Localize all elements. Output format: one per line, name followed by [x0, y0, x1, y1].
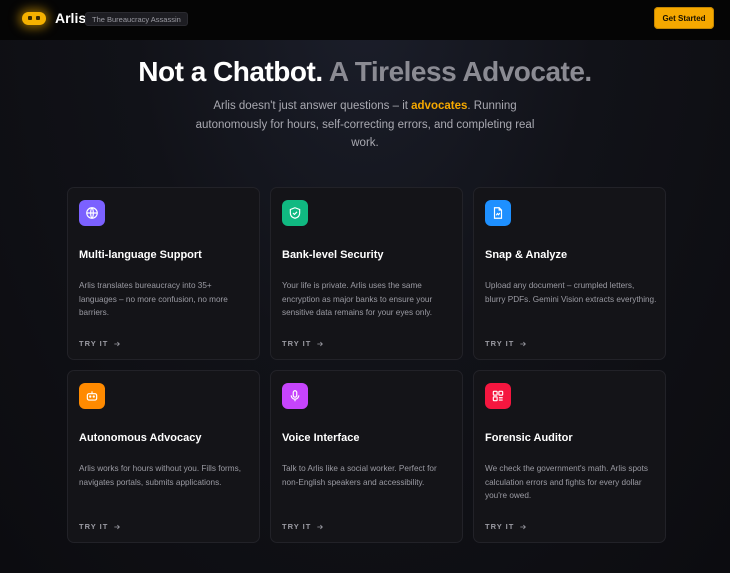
- feature-description: We check the government's math. Arlis sp…: [485, 464, 648, 500]
- arrow-right-icon: [317, 524, 324, 529]
- hero-title: Not a Chatbot. A Tireless Advocate.: [0, 56, 730, 88]
- feature-card-multi-language[interactable]: Multi-language Support Arlis translates …: [67, 187, 260, 360]
- document-scan-icon: [485, 200, 511, 226]
- try-it-label: TRY IT: [485, 339, 515, 348]
- try-it-link[interactable]: TRY IT: [282, 522, 324, 531]
- feature-description: Your life is private. Arlis uses the sam…: [282, 281, 433, 317]
- robot-icon: [79, 383, 105, 409]
- hero-subtitle-start: Arlis doesn't just answer questions – it: [213, 100, 412, 112]
- try-it-link[interactable]: TRY IT: [485, 339, 527, 348]
- try-it-link[interactable]: TRY IT: [485, 522, 527, 531]
- try-it-label: TRY IT: [282, 522, 312, 531]
- feature-title: Snap & Analyze: [485, 249, 568, 261]
- try-it-label: TRY IT: [79, 339, 109, 348]
- arrow-right-icon: [520, 341, 527, 346]
- brand-name[interactable]: Arlis: [55, 10, 86, 26]
- feature-card-autonomous-advocacy[interactable]: Autonomous Advocacy Arlis works for hour…: [67, 370, 260, 543]
- feature-card-security[interactable]: Bank-level Security Your life is private…: [270, 187, 463, 360]
- arlis-logo-icon[interactable]: [22, 12, 46, 25]
- feature-card-voice-interface[interactable]: Voice Interface Talk to Arlis like a soc…: [270, 370, 463, 543]
- feature-title: Forensic Auditor: [485, 432, 573, 444]
- feature-title: Voice Interface: [282, 432, 360, 444]
- shield-check-icon: [282, 200, 308, 226]
- arrow-right-icon: [114, 341, 121, 346]
- globe-icon: [79, 200, 105, 226]
- grid-audit-icon: [485, 383, 511, 409]
- hero-title-secondary: A Tireless Advocate.: [328, 56, 592, 87]
- feature-title: Multi-language Support: [79, 249, 202, 261]
- arrow-right-icon: [114, 524, 121, 529]
- microphone-icon: [282, 383, 308, 409]
- top-navigation-bar: Arlis The Bureaucracy Assassin Get Start…: [0, 0, 730, 40]
- feature-title: Bank-level Security: [282, 249, 384, 261]
- arrow-right-icon: [317, 341, 324, 346]
- feature-description: Arlis translates bureaucracy into 35+ la…: [79, 281, 228, 317]
- hero-subtitle-highlight: advocates: [411, 100, 468, 112]
- try-it-link[interactable]: TRY IT: [282, 339, 324, 348]
- logo-eyes: [28, 16, 40, 20]
- try-it-label: TRY IT: [485, 522, 515, 531]
- arrow-right-icon: [520, 524, 527, 529]
- get-started-button[interactable]: Get Started: [654, 7, 714, 29]
- hero-title-primary: Not a Chatbot.: [138, 56, 323, 87]
- feature-card-forensic-auditor[interactable]: Forensic Auditor We check the government…: [473, 370, 666, 543]
- feature-title: Autonomous Advocacy: [79, 432, 202, 444]
- try-it-label: TRY IT: [282, 339, 312, 348]
- try-it-link[interactable]: TRY IT: [79, 339, 121, 348]
- try-it-link[interactable]: TRY IT: [79, 522, 121, 531]
- feature-description: Upload any document – crumpled letters, …: [485, 281, 657, 304]
- try-it-label: TRY IT: [79, 522, 109, 531]
- tagline-badge: The Bureaucracy Assassin: [85, 12, 188, 26]
- feature-description: Talk to Arlis like a social worker. Perf…: [282, 464, 437, 487]
- hero-subtitle: Arlis doesn't just answer questions – it…: [190, 97, 540, 153]
- feature-card-snap-analyze[interactable]: Snap & Analyze Upload any document – cru…: [473, 187, 666, 360]
- feature-description: Arlis works for hours without you. Fills…: [79, 464, 241, 487]
